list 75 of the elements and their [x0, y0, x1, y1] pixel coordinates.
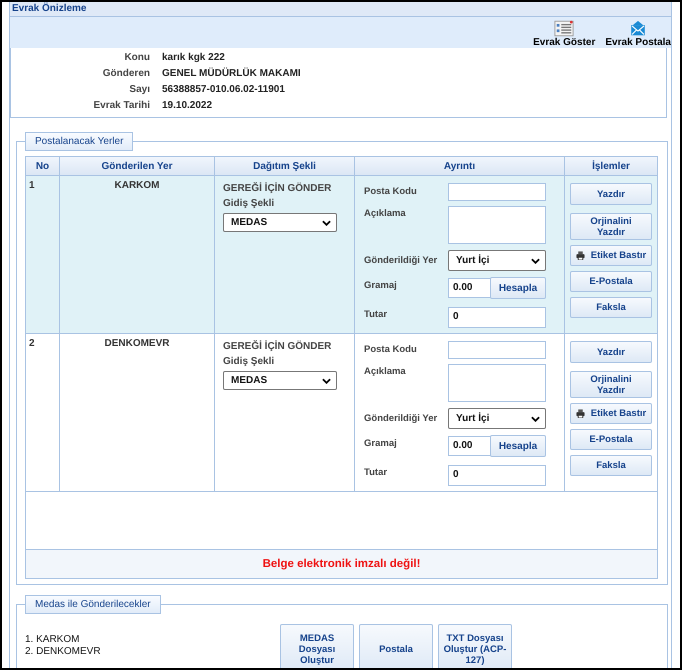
- text-area[interactable]: [448, 206, 546, 244]
- action-button[interactable]: Etiket Bastır: [570, 245, 652, 266]
- recipient-name: DENKOMEVR: [104, 338, 170, 349]
- field-value: 19.10.2022: [162, 100, 212, 110]
- action-button[interactable]: E-Postala: [570, 271, 652, 292]
- chevron-down-icon: [322, 220, 331, 226]
- column-header: No: [26, 157, 60, 176]
- action-button[interactable]: E-Postala: [570, 429, 652, 450]
- action-button[interactable]: Yazdır: [570, 183, 652, 205]
- field-label: Posta Kodu: [364, 343, 418, 355]
- action-button[interactable]: Orjinalini Yazdır: [570, 371, 652, 398]
- field-value: GENEL MÜDÜRLÜK MAKAMI: [162, 68, 301, 78]
- input-field[interactable]: [448, 183, 546, 201]
- action-button[interactable]: Faksla: [570, 297, 652, 318]
- action-button[interactable]: Yazdır: [570, 341, 652, 363]
- input-field[interactable]: 0: [448, 307, 546, 328]
- input-field[interactable]: [448, 341, 546, 359]
- printer-icon: [576, 251, 585, 260]
- column-header: Dağıtım Şekli: [214, 157, 354, 176]
- field-label: Gönderildiği Yer: [364, 254, 438, 266]
- medas-button[interactable]: TXT Dosyası Oluştur (ACP-127): [438, 624, 512, 668]
- row-number: 2: [29, 338, 35, 349]
- field-label: Açıklama: [364, 207, 407, 219]
- printer-icon: [576, 409, 585, 418]
- chevron-down-icon: [322, 378, 331, 384]
- medas-button[interactable]: Postala: [359, 624, 433, 668]
- distribution-type: GEREĞİ İÇİN GÖNDER: [223, 341, 332, 352]
- field-label: Evrak Tarihi: [92, 100, 150, 110]
- toolbar-button[interactable]: Evrak Göster: [533, 17, 596, 48]
- field-label: Tutar: [364, 308, 388, 320]
- field-label: Gramaj: [364, 279, 398, 291]
- table-row[interactable]: 2 DENKOMEVR GEREĞİ İÇİN GÖNDER Gidiş Şekli MEDAS Posta Kodu Açıklama Gönderildiği Yer Yurt İçi Gramaj 0.00 Hesapla Tutar 0 Yazdır Orjinalini Yazdır Etiket Bastır E-Postala Faksla: [26, 334, 657, 492]
- section-legend: Postalanacak Yerler: [25, 132, 134, 151]
- warning-message: Belge elektronik imzalı değil!: [262, 558, 420, 570]
- calculate-button[interactable]: Hesapla: [490, 435, 546, 457]
- window-title: Evrak Önizleme: [10, 2, 671, 17]
- list-item: 1. KARKOM: [25, 634, 80, 646]
- input-field[interactable]: 0.00: [448, 278, 492, 298]
- field-label: Gramaj: [364, 437, 398, 449]
- column-header: Gönderilen Yer: [60, 157, 214, 176]
- field-label: Tutar: [364, 466, 388, 478]
- column-header: İşlemler: [564, 157, 657, 176]
- calculate-button[interactable]: Hesapla: [490, 277, 546, 299]
- input-field[interactable]: 0: [448, 465, 546, 486]
- toolbar-button[interactable]: Evrak Postala: [605, 17, 671, 48]
- medas-button[interactable]: MEDAS Dosyası Oluştur: [280, 624, 354, 668]
- action-button[interactable]: Faksla: [570, 455, 652, 476]
- recipient-name: KARKOM: [114, 180, 160, 191]
- destination-dropdown[interactable]: Yurt İçi: [448, 250, 546, 271]
- field-label: Açıklama: [364, 365, 407, 377]
- section-legend: Medas ile Gönderilecekler: [25, 595, 161, 614]
- field-label: Gidiş Şekli: [223, 198, 276, 209]
- chevron-down-icon: [531, 416, 540, 422]
- input-field[interactable]: 0.00: [448, 436, 492, 456]
- field-value: karık kgk 222: [162, 52, 225, 62]
- chevron-down-icon: [531, 258, 540, 264]
- field-label: Gönderildiği Yer: [364, 412, 438, 424]
- route-dropdown[interactable]: MEDAS: [223, 213, 337, 232]
- field-value: 56388857-010.06.02-11901: [162, 84, 285, 94]
- field-label: Gönderen: [102, 68, 150, 78]
- list-icon: [554, 20, 574, 37]
- column-header: Ayrıntı: [354, 157, 564, 176]
- table-row[interactable]: 1 KARKOM GEREĞİ İÇİN GÖNDER Gidiş Şekli MEDAS Posta Kodu Açıklama Gönderildiği Yer Yurt İçi Gramaj 0.00 Hesapla Tutar 0 Yazdır Orjinalini Yazdır Etiket Bastır E-Postala Faksla: [26, 176, 657, 334]
- list-item: 2. DENKOMEVR: [25, 646, 102, 658]
- row-number: 1: [29, 180, 35, 191]
- route-dropdown[interactable]: MEDAS: [223, 371, 337, 390]
- field-label: Posta Kodu: [364, 185, 418, 197]
- field-label: Konu: [123, 52, 150, 62]
- field-label: Sayı: [128, 84, 150, 94]
- distribution-type: GEREĞİ İÇİN GÖNDER: [223, 183, 332, 194]
- field-label: Gidiş Şekli: [223, 356, 276, 367]
- destination-dropdown[interactable]: Yurt İçi: [448, 408, 546, 429]
- text-area[interactable]: [448, 364, 546, 402]
- action-button[interactable]: Orjinalini Yazdır: [570, 213, 652, 240]
- action-button[interactable]: Etiket Bastır: [570, 403, 652, 424]
